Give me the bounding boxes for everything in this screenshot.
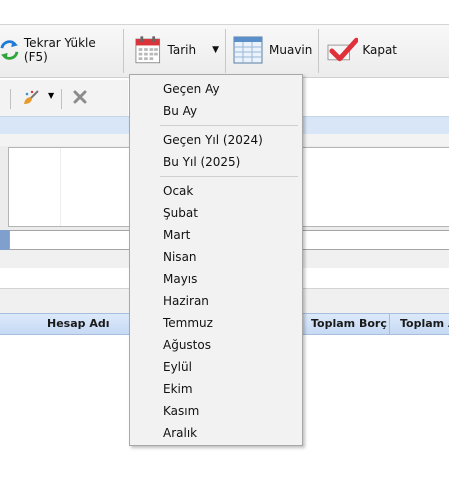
close-button[interactable]: Kapat xyxy=(327,33,397,67)
toolbar-separator xyxy=(225,29,226,73)
column-header-toplam-alacak[interactable]: Toplam A xyxy=(400,317,449,330)
menu-item-aralik[interactable]: Aralık xyxy=(163,426,197,440)
menu-item-ekim[interactable]: Ekim xyxy=(163,382,193,396)
toolbar-separator xyxy=(61,89,62,109)
menu-item-temmuz[interactable]: Temmuz xyxy=(163,316,213,330)
toolbar-separator xyxy=(123,29,124,73)
dropdown-arrow-icon[interactable]: ▼ xyxy=(48,91,54,100)
menu-item-kasim[interactable]: Kasım xyxy=(163,404,199,418)
menu-separator xyxy=(160,125,298,126)
muavin-button[interactable]: Muavin xyxy=(233,33,313,67)
brush-icon xyxy=(24,90,39,104)
menu-item-subat[interactable]: Şubat xyxy=(163,206,198,220)
close-label: Kapat xyxy=(362,43,397,57)
delete-icon xyxy=(73,90,87,104)
column-header-hesap-adi[interactable]: Hesap Adı xyxy=(47,317,110,330)
menu-separator xyxy=(160,176,298,177)
menu-item-gecen-yil[interactable]: Geçen Yıl (2024) xyxy=(163,133,263,147)
main-toolbar: Tekrar Yükle (F5) Tarih ▼ Muavin Kapat xyxy=(0,24,449,78)
menu-item-mart[interactable]: Mart xyxy=(163,228,190,242)
menu-item-eylul[interactable]: Eylül xyxy=(163,360,192,374)
toolbar-separator xyxy=(10,89,11,109)
toolbar-separator xyxy=(318,29,319,73)
menu-item-ocak[interactable]: Ocak xyxy=(163,184,193,198)
secondary-toolbar: ▼ xyxy=(0,80,128,116)
date-button[interactable]: Tarih ▼ xyxy=(135,33,219,67)
row-indicator xyxy=(0,230,9,250)
menu-item-haziran[interactable]: Haziran xyxy=(163,294,209,308)
reload-label: Tekrar Yükle (F5) xyxy=(23,36,96,64)
reload-button[interactable]: Tekrar Yükle (F5) xyxy=(0,33,118,67)
dropdown-arrow-icon[interactable]: ▼ xyxy=(212,45,219,55)
column-header-toplam-borc[interactable]: Toplam Borç xyxy=(311,317,387,330)
menu-item-mayis[interactable]: Mayıs xyxy=(163,272,197,286)
menu-item-nisan[interactable]: Nisan xyxy=(163,250,197,264)
muavin-label: Muavin xyxy=(269,43,313,57)
table-icon xyxy=(233,36,263,64)
menu-item-gecen-ay[interactable]: Geçen Ay xyxy=(163,82,220,96)
style-button[interactable] xyxy=(22,88,40,109)
date-label: Tarih xyxy=(167,43,197,57)
list-column-divider xyxy=(60,148,61,226)
menu-item-agustos[interactable]: Ağustos xyxy=(163,338,211,352)
menu-item-bu-ay[interactable]: Bu Ay xyxy=(163,104,197,118)
refresh-icon xyxy=(0,40,19,60)
checkmark-icon xyxy=(327,37,359,62)
column-divider xyxy=(389,314,390,334)
calendar-icon xyxy=(135,36,161,64)
menu-item-bu-yil[interactable]: Bu Yıl (2025) xyxy=(163,155,240,169)
delete-button[interactable] xyxy=(73,90,87,107)
date-dropdown-menu: Geçen Ay Bu Ay Geçen Yıl (2024) Bu Yıl (… xyxy=(129,74,303,446)
